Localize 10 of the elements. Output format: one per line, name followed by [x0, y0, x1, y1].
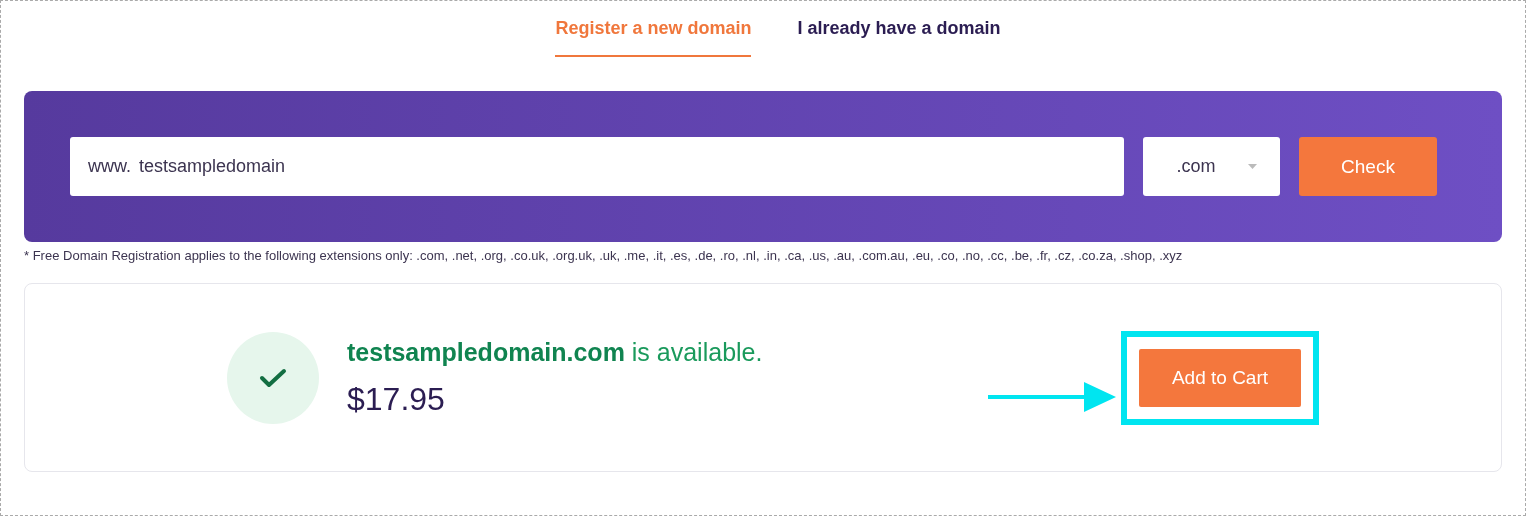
arrow-icon: [988, 379, 1118, 414]
price-text: $17.95: [347, 380, 446, 418]
note-text: * Free Domain Registration applies to the following extensions only: .com, .net, .org, .co.uk, .org.uk, .uk, .me, .it, .es, .de, .ro, .nl, .in, .ca, .us, .au, .com.au, .eu, .co, .no, .cc, .be, .fr, .cz, .co.za, .shop, .xyz: [24, 248, 1184, 263]
tab[interactable]: I already have a domain: [797, 15, 1001, 57]
availability-text: testsampledomain.com is available.: [347, 337, 763, 367]
domain-input-field[interactable]: www. testsampledomain: [70, 137, 1124, 196]
extension-dropdown[interactable]: .com: [1143, 137, 1280, 196]
check-icon: [259, 367, 287, 388]
prefix-text: www.: [88, 156, 131, 177]
caret-icon: [1247, 164, 1257, 169]
